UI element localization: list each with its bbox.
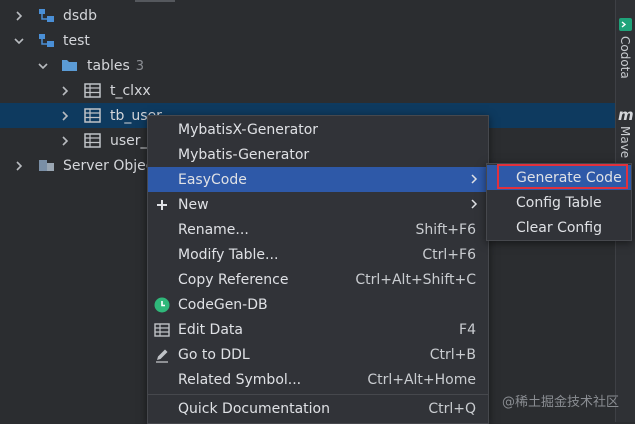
- scroll-indicator: [135, 0, 175, 2]
- table-icon: [84, 83, 101, 98]
- table-icon: [154, 322, 170, 338]
- menu-item-edit-data[interactable]: Edit Data F4: [148, 317, 488, 342]
- tree-item-test[interactable]: test: [0, 28, 616, 53]
- menu-item-new[interactable]: New: [148, 192, 488, 217]
- highlight-box: [497, 164, 628, 189]
- chevron-right-icon[interactable]: [58, 84, 72, 98]
- chevron-down-icon[interactable]: [36, 59, 50, 73]
- menu-item-label: Quick Documentation: [178, 400, 330, 417]
- tree-item-label: dsdb: [63, 7, 97, 24]
- menu-item-shortcut: Ctrl+F6: [422, 246, 476, 263]
- tree-item-label: Server Objec: [63, 157, 154, 174]
- menu-item-label: EasyCode: [178, 171, 247, 188]
- submenu-item-label: Clear Config: [516, 219, 602, 236]
- menu-item-label: Modify Table...: [178, 246, 279, 263]
- tree-item-label: tables 3: [87, 57, 145, 74]
- chevron-right-icon: [470, 198, 478, 212]
- menu-item-go-to-ddl[interactable]: Go to DDL Ctrl+B: [148, 342, 488, 367]
- menu-item-shortcut: Ctrl+Alt+Home: [367, 371, 476, 388]
- menu-item-copy-reference[interactable]: Copy Reference Ctrl+Alt+Shift+C: [148, 267, 488, 292]
- menu-item-codegen-db[interactable]: CodeGen-DB: [148, 292, 488, 317]
- menu-item-label: MybatisX-Generator: [178, 121, 319, 138]
- chevron-right-icon[interactable]: [12, 9, 26, 23]
- menu-item-shortcut: Ctrl+B: [429, 346, 476, 363]
- menu-item-shortcut: Shift+F6: [415, 221, 476, 238]
- menu-separator: [148, 394, 488, 395]
- codota-tab[interactable]: Codota: [616, 18, 635, 88]
- menu-item-mybatisx-generator[interactable]: MybatisX-Generator: [148, 117, 488, 142]
- codota-icon: [619, 18, 632, 31]
- tree-item-t-clxx[interactable]: t_clxx: [0, 78, 616, 103]
- submenu-item-label: Config Table: [516, 194, 602, 211]
- menu-item-easycode[interactable]: EasyCode: [148, 167, 488, 192]
- tree-item-dsdb[interactable]: dsdb: [0, 3, 616, 28]
- plus-icon: [154, 197, 170, 213]
- chevron-right-icon[interactable]: [58, 109, 72, 123]
- tree-item-label: t_clxx: [110, 82, 151, 99]
- chevron-down-icon[interactable]: [12, 34, 26, 48]
- tree-item-label: test: [63, 32, 90, 49]
- table-icon: [84, 108, 101, 123]
- chevron-right-icon[interactable]: [58, 134, 72, 148]
- menu-item-label: Edit Data: [178, 321, 243, 338]
- tree-item-label: user_i: [110, 132, 152, 149]
- schema-icon: [38, 33, 55, 48]
- server-objects-icon: [38, 158, 55, 173]
- maven-tab-label: Mave: [618, 126, 632, 159]
- chevron-right-icon: [470, 173, 478, 187]
- maven-icon: m: [618, 106, 634, 124]
- menu-item-label: Related Symbol...: [178, 371, 302, 388]
- menu-item-modify-table[interactable]: Modify Table... Ctrl+F6: [148, 242, 488, 267]
- tree-item-tables[interactable]: tables 3: [0, 53, 616, 78]
- menu-item-rename[interactable]: Rename... Shift+F6: [148, 217, 488, 242]
- menu-item-related-symbol[interactable]: Related Symbol... Ctrl+Alt+Home: [148, 367, 488, 392]
- menu-item-label: Mybatis-Generator: [178, 146, 310, 163]
- menu-item-shortcut: Ctrl+Alt+Shift+C: [355, 271, 476, 288]
- menu-item-shortcut: Ctrl+Q: [428, 400, 476, 417]
- menu-item-label: Go to DDL: [178, 346, 250, 363]
- submenu-item-clear-config[interactable]: Clear Config: [487, 215, 631, 240]
- pencil-icon: [154, 347, 170, 363]
- codota-tab-label: Codota: [618, 36, 632, 79]
- menu-item-mybatis-generator[interactable]: Mybatis-Generator: [148, 142, 488, 167]
- maven-tab[interactable]: m Mave: [616, 106, 635, 166]
- item-count: 3: [135, 58, 145, 74]
- menu-item-label: Copy Reference: [178, 271, 289, 288]
- folder-icon: [61, 58, 78, 73]
- clock-icon: [154, 297, 170, 313]
- menu-item-label: Rename...: [178, 221, 249, 238]
- menu-item-label: New: [178, 196, 209, 213]
- table-icon: [84, 133, 101, 148]
- menu-item-shortcut: F4: [459, 321, 476, 338]
- schema-icon: [38, 8, 55, 23]
- menu-item-quick-documentation[interactable]: Quick Documentation Ctrl+Q: [148, 396, 488, 421]
- submenu-item-config-table[interactable]: Config Table: [487, 190, 631, 215]
- chevron-right-icon[interactable]: [12, 159, 26, 173]
- menu-item-label: CodeGen-DB: [178, 296, 268, 313]
- watermark: @稀土掘金技术社区: [501, 395, 619, 410]
- context-menu: MybatisX-Generator Mybatis-Generator Eas…: [147, 115, 489, 424]
